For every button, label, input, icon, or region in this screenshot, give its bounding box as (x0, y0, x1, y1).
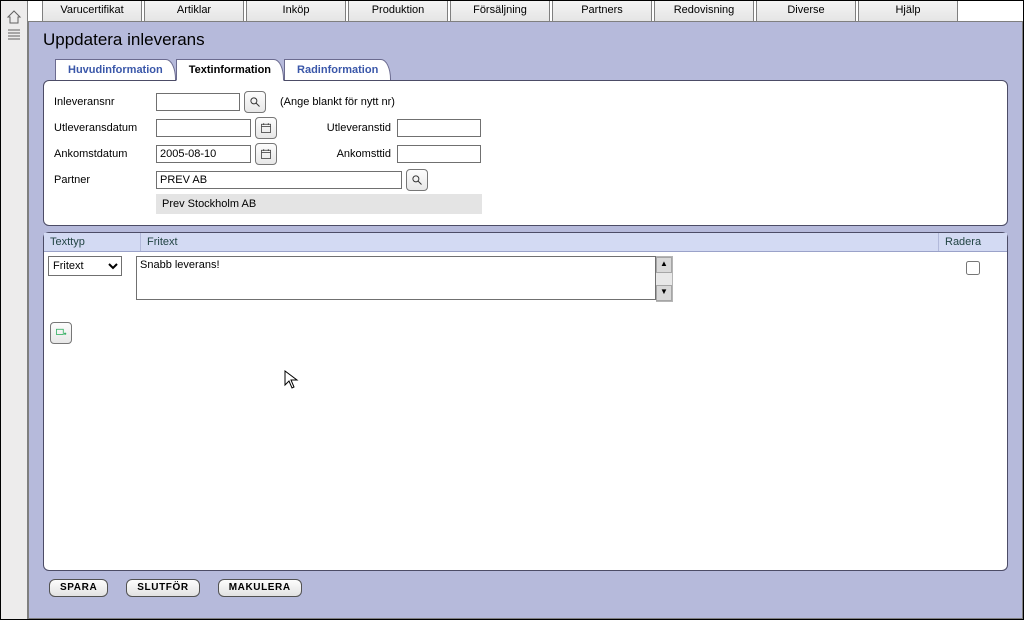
textarea-fritext[interactable]: Snabb leverans! (136, 256, 656, 300)
calendar-ankomstdatum-button[interactable] (255, 143, 277, 165)
input-inleveransnr[interactable] (156, 93, 240, 111)
menu-hjalp[interactable]: Hjälp (858, 1, 958, 21)
tab-huvudinformation[interactable]: Huvudinformation (55, 59, 176, 80)
col-header-fritext: Fritext (141, 233, 939, 251)
tab-radinformation[interactable]: Radinformation (284, 59, 391, 80)
input-utleveransdatum[interactable] (156, 119, 251, 137)
col-header-texttyp: Texttyp (44, 233, 141, 251)
partner-name-display: Prev Stockholm AB (156, 194, 482, 214)
scroll-up-icon[interactable]: ▲ (656, 257, 672, 273)
left-rail (1, 1, 28, 619)
input-ankomsttid[interactable] (397, 145, 481, 163)
search-icon (411, 174, 423, 186)
select-texttyp[interactable]: Fritext (48, 256, 122, 276)
lookup-partner-button[interactable] (406, 169, 428, 191)
mouse-cursor-icon (284, 370, 300, 393)
menu-varucertifikat[interactable]: Varucertifikat (42, 1, 142, 21)
scroll-down-icon[interactable]: ▼ (656, 285, 672, 301)
textarea-scrollbar[interactable]: ▲ ▼ (656, 256, 673, 302)
form-card: Inleveransnr (Ange blankt för nytt nr) U… (43, 80, 1008, 226)
footer-buttons: SPARA SLUTFÖR MAKULERA (43, 571, 1008, 601)
label-utleveransdatum: Utleveransdatum (54, 122, 156, 134)
calendar-icon (260, 122, 272, 134)
lookup-inleveransnr-button[interactable] (244, 91, 266, 113)
search-icon (249, 96, 261, 108)
label-utleveranstid: Utleveranstid (291, 122, 391, 134)
menu-artiklar[interactable]: Artiklar (144, 1, 244, 21)
menu-partners[interactable]: Partners (552, 1, 652, 21)
void-button[interactable]: MAKULERA (218, 579, 302, 597)
list-icon[interactable] (6, 27, 22, 43)
text-grid-row: Fritext Snabb leverans! ▲ ▼ (44, 252, 1007, 308)
col-header-radera: Radera (939, 233, 1007, 251)
label-partner: Partner (54, 174, 156, 186)
tab-strip: Huvudinformation Textinformation Radinfo… (55, 58, 1008, 80)
input-utleveranstid[interactable] (397, 119, 481, 137)
calendar-icon (260, 148, 272, 160)
hint-inleveransnr: (Ange blankt för nytt nr) (280, 96, 395, 108)
label-ankomsttid: Ankomsttid (291, 148, 391, 160)
calendar-utleveransdatum-button[interactable] (255, 117, 277, 139)
menu-forsaljning[interactable]: Försäljning (450, 1, 550, 21)
input-ankomstdatum[interactable] (156, 145, 251, 163)
save-button[interactable]: SPARA (49, 579, 108, 597)
input-partner[interactable] (156, 171, 402, 189)
finish-button[interactable]: SLUTFÖR (126, 579, 199, 597)
home-icon[interactable] (6, 9, 22, 25)
menu-diverse[interactable]: Diverse (756, 1, 856, 21)
add-row-button[interactable] (50, 322, 72, 344)
menu-redovisning[interactable]: Redovisning (654, 1, 754, 21)
top-menubar: Varucertifikat Artiklar Inköp Produktion… (28, 1, 1023, 22)
menu-produktion[interactable]: Produktion (348, 1, 448, 21)
add-row-icon (55, 327, 67, 339)
text-grid: Texttyp Fritext Radera Fritext Snabb lev… (43, 232, 1008, 308)
page-title: Uppdatera inleverans (43, 30, 1008, 50)
label-inleveransnr: Inleveransnr (54, 96, 156, 108)
label-ankomstdatum: Ankomstdatum (54, 148, 156, 160)
content-body (43, 308, 1008, 571)
menu-inkop[interactable]: Inköp (246, 1, 346, 21)
tab-textinformation[interactable]: Textinformation (176, 59, 284, 81)
checkbox-radera[interactable] (966, 261, 980, 275)
